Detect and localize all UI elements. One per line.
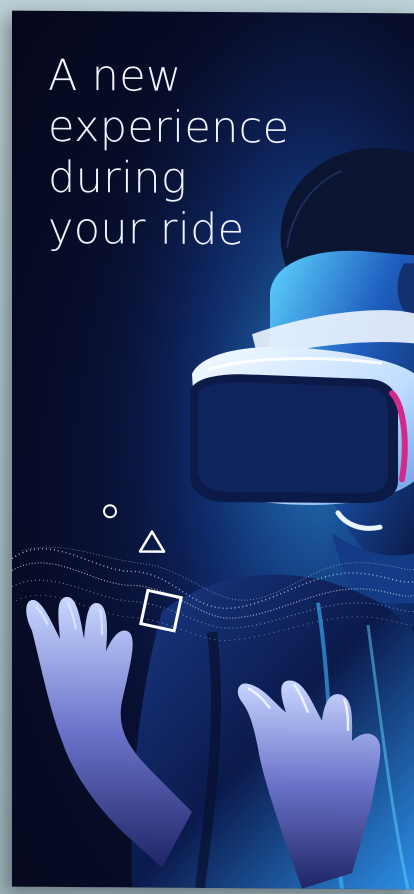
vr-poster: A new experience during your ride [12,10,414,890]
poster-headline: A new experience during your ride [48,51,308,257]
headline-line-1: A new [48,50,182,102]
headline-line-4: your ride [48,203,245,256]
headline-line-2: experience [48,101,290,154]
headline-line-3: during [48,152,188,204]
scene: A new experience during your ride [0,0,414,894]
